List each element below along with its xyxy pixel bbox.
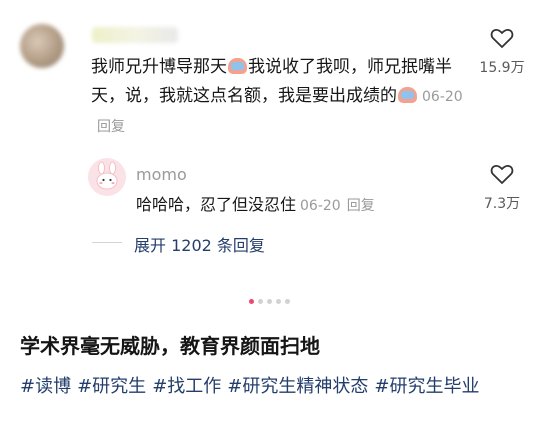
carousel-dot <box>275 299 281 304</box>
bunny-avatar-icon <box>88 158 126 196</box>
heart-outline-icon[interactable] <box>490 27 514 49</box>
hashtag-link[interactable]: #研究生毕业 <box>374 376 479 397</box>
hashtag-link[interactable]: #研究生精神状态 <box>227 376 368 397</box>
reply-username[interactable]: momo <box>136 165 187 184</box>
reply-reply-button[interactable]: 回复 <box>347 198 375 214</box>
hashtag-link[interactable]: #找工作 <box>152 376 221 397</box>
comment-reply-button[interactable]: 回复 <box>97 119 125 135</box>
reply-text[interactable]: 哈哈哈，忍了但没忍住 06-20 回复 <box>136 192 375 219</box>
reply-avatar[interactable] <box>88 158 126 196</box>
post-tags: #读博 #研究生 #找工作 #研究生精神状态 #研究生毕业 <box>20 371 520 402</box>
comment-text[interactable]: 我师兄升博导那天 我说收了我呗，师兄抿嘴半天，说，我就这点名额，我是要出成绩的 06… <box>91 53 471 142</box>
hashtag-link[interactable]: #研究生 <box>77 376 146 397</box>
reply-meta: 06-20 回复 <box>300 198 375 214</box>
crying-emoji-icon <box>398 87 417 103</box>
carousel-indicator <box>0 299 538 307</box>
carousel-dot <box>266 299 272 304</box>
reply-like-count: 7.3万 <box>483 196 521 212</box>
hashtag-link[interactable]: #读博 <box>20 376 71 397</box>
commenter-username-blurred[interactable] <box>92 27 178 43</box>
expand-divider <box>92 242 122 243</box>
carousel-dot-active <box>248 299 254 304</box>
crying-emoji-icon <box>228 58 247 74</box>
reply-text-content: 哈哈哈，忍了但没忍住 <box>136 195 297 214</box>
reply-date: 06-20 <box>300 198 341 214</box>
carousel-dot <box>284 299 290 304</box>
comment-like-count: 15.9万 <box>479 60 525 76</box>
heart-outline-icon[interactable] <box>490 163 514 185</box>
carousel-dot <box>257 299 263 304</box>
comment-date: 06-20 <box>422 89 463 105</box>
expand-replies-button[interactable]: 展开 1202 条回复 <box>134 232 265 256</box>
reply-like[interactable]: 7.3万 <box>472 163 532 213</box>
commenter-avatar[interactable] <box>20 24 64 68</box>
comment-text-part-1: 我师兄升博导那天 <box>91 57 227 77</box>
post-title: 学术界毫无威胁，教育界颜面扫地 <box>20 334 320 358</box>
comment-like[interactable]: 15.9万 <box>472 27 532 77</box>
